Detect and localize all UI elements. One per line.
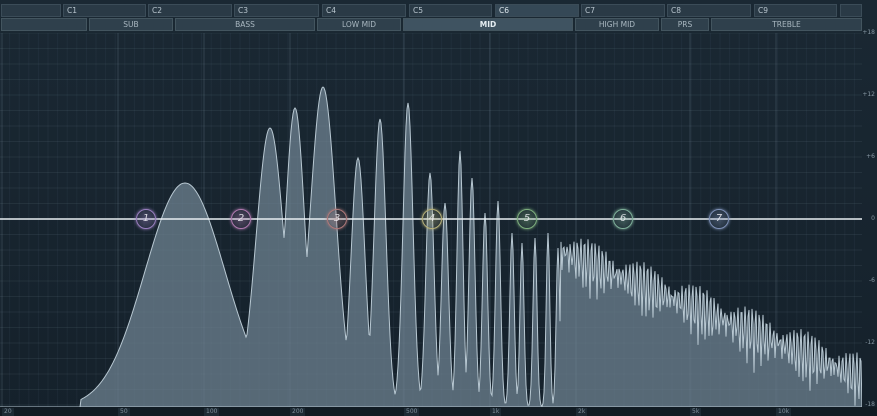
- freq-label: 5k: [690, 408, 702, 416]
- band-sub[interactable]: SUB: [89, 18, 173, 31]
- note-cell-c4[interactable]: C4: [322, 4, 406, 17]
- freq-label: 1k: [490, 408, 502, 416]
- band-low-mid[interactable]: LOW MID: [317, 18, 401, 31]
- note-cell-blank[interactable]: [1, 4, 61, 17]
- note-cell-c3[interactable]: C3: [234, 4, 319, 17]
- freq-label: 2k: [576, 408, 588, 416]
- eq-node-3[interactable]: 3: [327, 209, 347, 229]
- band-high-mid[interactable]: HIGH MID: [575, 18, 659, 31]
- eq-node-7[interactable]: 7: [709, 209, 729, 229]
- freq-label: 500: [404, 408, 420, 416]
- eq-node-1[interactable]: 1: [136, 209, 156, 229]
- frequency-ruler: 20 50 100 200 500 1k 2k 5k 10k: [0, 407, 877, 416]
- eq-node-6[interactable]: 6: [613, 209, 633, 229]
- freq-label: 10k: [776, 408, 792, 416]
- spectrum-analyzer: [0, 86, 862, 407]
- band-mid[interactable]: MID: [403, 18, 573, 31]
- note-cell-c2[interactable]: C2: [148, 4, 232, 17]
- band-prs[interactable]: PRS: [661, 18, 709, 31]
- note-cell-c8[interactable]: C8: [667, 4, 751, 17]
- eq-node-2[interactable]: 2: [231, 209, 251, 229]
- note-cell-c6[interactable]: C6: [495, 4, 579, 17]
- band-blank[interactable]: [1, 18, 87, 31]
- db-label: 0: [871, 215, 875, 222]
- note-cell-c1[interactable]: C1: [63, 4, 146, 17]
- freq-label: 100: [204, 408, 220, 416]
- note-cell-c5[interactable]: C5: [409, 4, 492, 17]
- freq-label: 50: [118, 408, 130, 416]
- db-label: +18: [862, 29, 875, 36]
- band-bass[interactable]: BASS: [175, 18, 315, 31]
- note-cell-c9[interactable]: C9: [754, 4, 837, 17]
- db-label: +12: [862, 91, 875, 98]
- note-cell-end[interactable]: [840, 4, 862, 17]
- parametric-eq-panel: C1 C2 C3 C4 C5 C6 C7 C8 C9 SUB BASS LOW …: [0, 0, 877, 416]
- eq-node-4[interactable]: 4: [422, 209, 442, 229]
- band-ruler: SUB BASS LOW MID MID HIGH MID PRS TREBLE: [0, 18, 877, 32]
- db-label: -12: [865, 339, 875, 346]
- band-treble[interactable]: TREBLE: [711, 18, 862, 31]
- note-cell-c7[interactable]: C7: [581, 4, 665, 17]
- freq-label: 20: [2, 408, 14, 416]
- eq-node-5[interactable]: 5: [517, 209, 537, 229]
- freq-label: 200: [290, 408, 306, 416]
- note-ruler: C1 C2 C3 C4 C5 C6 C7 C8 C9: [0, 4, 877, 18]
- db-label: -6: [869, 277, 875, 284]
- db-label: +6: [866, 153, 875, 160]
